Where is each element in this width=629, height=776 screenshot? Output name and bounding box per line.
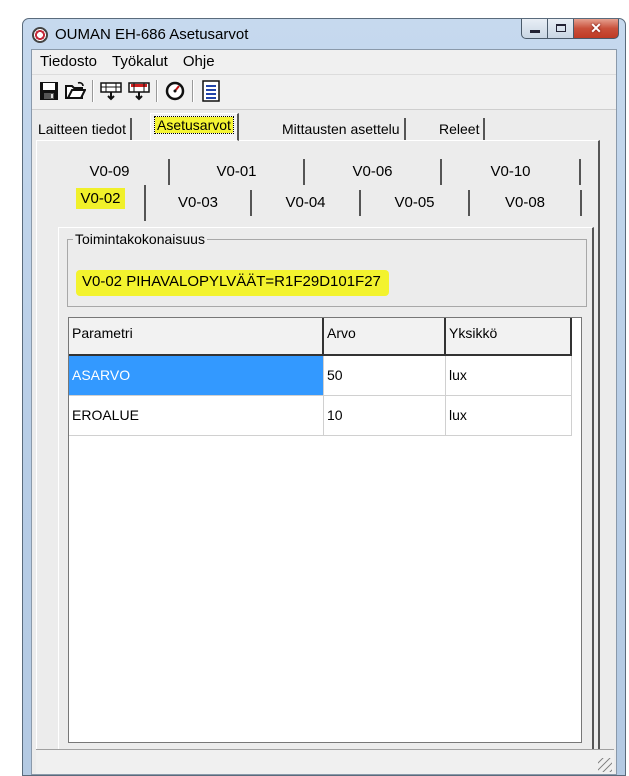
close-icon: ✕ (590, 20, 602, 36)
tab-v0-06[interactable]: V0-06 (305, 159, 442, 185)
app-logo-icon[interactable] (32, 27, 48, 43)
column-header-arvo[interactable]: Arvo (324, 318, 446, 356)
tab-v0-03[interactable]: V0-03 (146, 190, 252, 216)
menu-tools[interactable]: Työkalut (104, 50, 175, 74)
gauge-icon[interactable] (164, 80, 186, 102)
v0-02-page: Toimintakokonaisuus V0-02 PIHAVALOPYLVÄÄ… (58, 227, 594, 752)
menu-help[interactable]: Ohje (175, 50, 222, 74)
minimize-icon (530, 30, 540, 33)
tab-asetusarvot[interactable]: Asetusarvot (150, 113, 239, 141)
cell-parametri[interactable]: EROALUE (69, 396, 324, 436)
toolbar (32, 75, 616, 110)
close-button[interactable]: ✕ (574, 19, 619, 39)
table-row[interactable]: ASARVO 50 lux (69, 356, 572, 396)
column-header-parametri[interactable]: Parametri (69, 318, 324, 356)
toimintakokonaisuus-group: Toimintakokonaisuus V0-02 PIHAVALOPYLVÄÄ… (67, 231, 587, 307)
table-header: Parametri Arvo Yksikkö (69, 318, 572, 356)
save-icon[interactable] (38, 80, 60, 102)
status-bar (36, 749, 614, 774)
cell-yksikko[interactable]: lux (446, 356, 572, 396)
download-icon[interactable] (100, 80, 122, 102)
maximize-button[interactable] (548, 19, 574, 39)
parameter-table: Parametri Arvo Yksikkö ASARVO 50 lux ERO… (68, 317, 582, 743)
window-title: OUMAN EH-686 Asetusarvot (55, 26, 249, 43)
tab-v0-01[interactable]: V0-01 (170, 159, 305, 185)
tab-v0-04[interactable]: V0-04 (252, 190, 361, 216)
client-area: Tiedosto Työkalut Ohje Laitteen tiedot A… (31, 49, 617, 775)
document-list-icon[interactable] (200, 80, 222, 102)
main-tab-strip: Laitteen tiedot Asetusarvot Mittausten a… (32, 112, 616, 142)
group-value: V0-02 PIHAVALOPYLVÄÄT=R1F29D101F27 (76, 270, 389, 296)
tab-mittausten-asettelu[interactable]: Mittausten asettelu (278, 118, 406, 140)
group-legend: Toimintakokonaisuus (73, 231, 207, 247)
asetusarvot-page: V0-09 V0-01 V0-06 V0-10 V0-02 V0-03 V0-0… (36, 140, 600, 760)
menu-file[interactable]: Tiedosto (32, 50, 104, 74)
open-folder-icon[interactable] (64, 80, 86, 102)
column-header-yksikko[interactable]: Yksikkö (446, 318, 572, 356)
cell-arvo[interactable]: 10 (324, 396, 446, 436)
cell-arvo[interactable]: 50 (324, 356, 446, 396)
menu-bar: Tiedosto Työkalut Ohje (32, 50, 616, 75)
tab-laitteen-tiedot[interactable]: Laitteen tiedot (34, 118, 132, 140)
resize-grip-icon[interactable] (598, 758, 612, 772)
tab-v0-10[interactable]: V0-10 (442, 159, 581, 185)
cell-parametri[interactable]: ASARVO (69, 356, 324, 396)
maximize-icon (556, 24, 566, 32)
tab-v0-02[interactable]: V0-02 (57, 185, 146, 221)
title-bar[interactable]: OUMAN EH-686 Asetusarvot ✕ (23, 19, 625, 49)
tab-v0-05[interactable]: V0-05 (361, 190, 470, 216)
minimize-button[interactable] (521, 19, 548, 39)
tab-v0-08[interactable]: V0-08 (470, 190, 582, 216)
app-window: OUMAN EH-686 Asetusarvot ✕ Tiedosto Työk… (22, 18, 626, 776)
table-row[interactable]: EROALUE 10 lux (69, 396, 572, 436)
tab-releet[interactable]: Releet (435, 118, 486, 140)
cell-yksikko[interactable]: lux (446, 396, 572, 436)
upload-icon[interactable] (128, 80, 150, 102)
tab-v0-09[interactable]: V0-09 (51, 159, 170, 185)
